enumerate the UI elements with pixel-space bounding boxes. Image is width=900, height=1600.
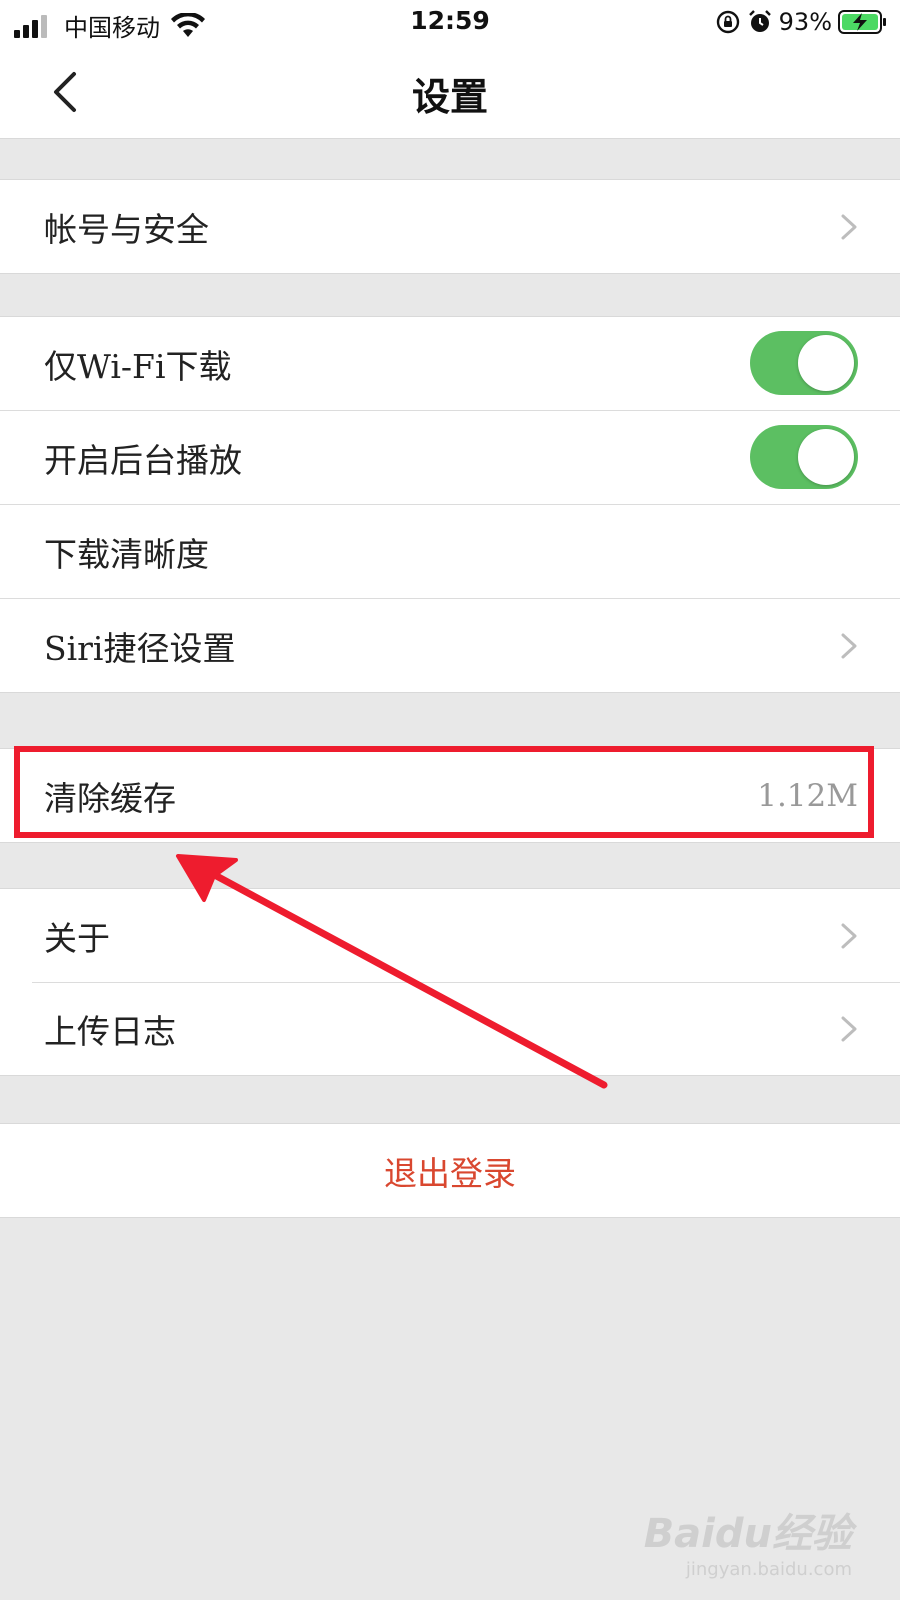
battery-charging-icon [838,10,886,34]
chevron-right-icon [841,633,857,659]
about-group: 关于 上传日志 [0,888,900,1076]
status-bar: 中国移动 12:59 93% [0,0,900,44]
account-security-row[interactable]: 帐号与安全 [0,180,900,273]
watermark-logo: Baidu经验 [643,1511,852,1557]
annotation-highlight-box [14,746,874,838]
download-quality-label: 下载清晰度 [44,534,209,574]
background-play-row: 开启后台播放 [0,410,900,504]
account-security-label: 帐号与安全 [44,209,209,249]
upload-log-label: 上传日志 [44,1011,176,1051]
wifi-only-download-row: 仅Wi-Fi下载 [0,317,900,410]
siri-shortcuts-row[interactable]: Siri捷径设置 [0,598,900,692]
watermark-url: jingyan.baidu.com [685,1559,852,1580]
alarm-icon [748,10,771,32]
page-title: 设置 [411,75,488,119]
wifi-only-download-toggle[interactable] [750,331,858,395]
toggle-knob [798,429,854,485]
battery-percent: 93% [778,8,832,36]
playback-group: 仅Wi-Fi下载 开启后台播放 下载清晰度 Siri捷径设置 [0,316,900,693]
upload-log-row[interactable]: 上传日志 [0,982,900,1075]
wifi-only-download-label: 仅Wi-Fi下载 [44,346,232,386]
siri-shortcuts-label: Siri捷径设置 [44,628,236,668]
watermark: Baidu经验 jingyan.baidu.com [644,1501,852,1580]
chevron-right-icon [841,1016,857,1042]
rotation-lock-icon [716,10,739,34]
download-quality-row[interactable]: 下载清晰度 [0,504,900,598]
logout-group: 退出登录 [0,1123,900,1218]
nav-bar: 设置 [0,44,900,139]
logout-row[interactable]: 退出登录 [0,1124,900,1217]
background-play-toggle[interactable] [750,425,858,489]
status-right: 93% [715,8,888,36]
account-group: 帐号与安全 [0,179,900,274]
toggle-knob [798,335,854,391]
chevron-right-icon [841,923,857,949]
chevron-right-icon [841,214,857,240]
about-label: 关于 [44,918,110,958]
background-play-label: 开启后台播放 [44,440,242,480]
about-row[interactable]: 关于 [0,889,900,982]
logout-button[interactable]: 退出登录 [0,1147,900,1195]
